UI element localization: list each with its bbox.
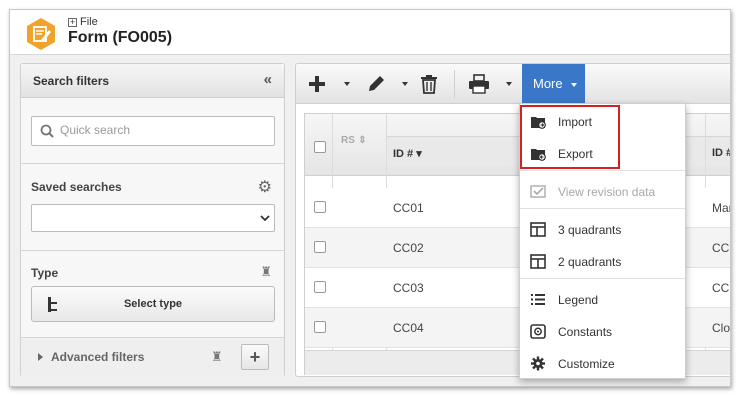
row-id: CC04 [393,321,424,335]
saved-searches-label: Saved searches [31,180,122,194]
gear-icon[interactable]: ⚙ [258,177,272,197]
three-quadrants-icon [530,222,546,237]
search-icon [40,124,54,138]
row-description: CC [712,281,730,295]
menu-item-label: 3 quadrants [558,223,622,237]
row-checkbox[interactable] [314,201,326,213]
menu-item-label: Legend [558,293,599,307]
menu-divider [520,170,685,171]
menu-item-label: Constants [558,325,613,339]
constants-icon [530,324,546,339]
chevron-down-icon [571,83,577,87]
print-button[interactable] [468,72,490,96]
select-type-button[interactable]: Select type [31,286,275,322]
pencil-icon [369,76,384,91]
menu-item-2-quadrants[interactable]: 2 quadrants [520,246,685,276]
type-label: Type [31,266,59,280]
row-id: CC02 [393,241,424,255]
divider [21,250,284,251]
toolbar-divider [454,70,455,98]
quick-search-field[interactable] [31,116,275,146]
row-checkbox[interactable] [314,321,326,333]
toolbar: More [296,64,730,104]
page-title: Form (FO005) [68,29,173,46]
edit-dropdown-caret[interactable] [402,82,408,86]
delete-button[interactable] [420,72,438,96]
search-filters-panel: Search filters « Saved searches ⚙ Type ♜ [20,63,285,377]
column-header-id[interactable]: ID # ▾ [393,147,422,160]
column-header-rs[interactable]: RS ⇕ [341,132,367,146]
print-dropdown-caret[interactable] [506,82,512,86]
row-description: Clo [712,321,731,335]
add-filter-button[interactable]: + [241,344,269,370]
advanced-filters-bar[interactable]: Advanced filters ♜ + [21,337,284,377]
row-checkbox[interactable] [314,241,326,253]
menu-item-label: View revision data [558,185,656,199]
expand-arrow-icon[interactable] [38,353,43,361]
quick-search-input[interactable] [58,122,258,138]
more-button[interactable]: More [522,64,585,104]
search-filters-header: Search filters « [21,64,284,98]
advanced-filters-label[interactable]: Advanced filters [51,350,144,364]
expand-icon: + [68,16,77,27]
breadcrumb[interactable]: + File [68,16,98,28]
clear-filter-icon[interactable]: ♜ [211,349,223,365]
row-description: CC [712,241,730,255]
menu-item-legend[interactable]: Legend [520,284,685,314]
select-type-label: Select type [123,298,183,310]
collapse-panel-icon[interactable]: « [264,71,272,88]
printer-icon [469,74,489,94]
legend-icon [531,294,545,305]
menu-divider [520,208,685,209]
add-button[interactable] [308,72,326,96]
menu-item-label: 2 quadrants [558,255,622,269]
select-all-checkbox[interactable] [314,141,326,153]
edit-button[interactable] [366,72,386,96]
breadcrumb-file[interactable]: File [80,16,98,28]
row-id: CC03 [393,281,424,295]
row-checkbox[interactable] [314,281,326,293]
menu-item-view-revision-data: View revision data [520,176,685,206]
two-quadrants-icon [530,254,546,269]
form-app-icon [27,18,55,50]
page-header: + File Form (FO005) [10,10,730,55]
highlight-box [520,105,620,169]
row-id: CC01 [393,201,424,215]
menu-item-3-quadrants[interactable]: 3 quadrants [520,214,685,244]
plus-icon [309,76,325,92]
menu-item-customize[interactable]: Customize [520,348,685,378]
add-dropdown-caret[interactable] [344,82,350,86]
column-header-id-2[interactable]: ID # [712,147,730,159]
search-filters-title: Search filters [33,74,110,88]
revision-icon [530,185,546,198]
menu-item-label: Customize [558,357,615,371]
menu-divider [520,278,685,279]
menu-item-constants[interactable]: Constants [520,316,685,346]
divider [21,163,284,164]
saved-searches-select[interactable] [31,204,275,232]
gear-icon [531,356,545,371]
clear-filter-icon[interactable]: ♜ [260,264,272,280]
trash-icon [421,75,437,94]
chevron-down-icon[interactable] [256,205,274,231]
row-description: Mar [712,201,731,215]
more-label: More [533,76,563,91]
